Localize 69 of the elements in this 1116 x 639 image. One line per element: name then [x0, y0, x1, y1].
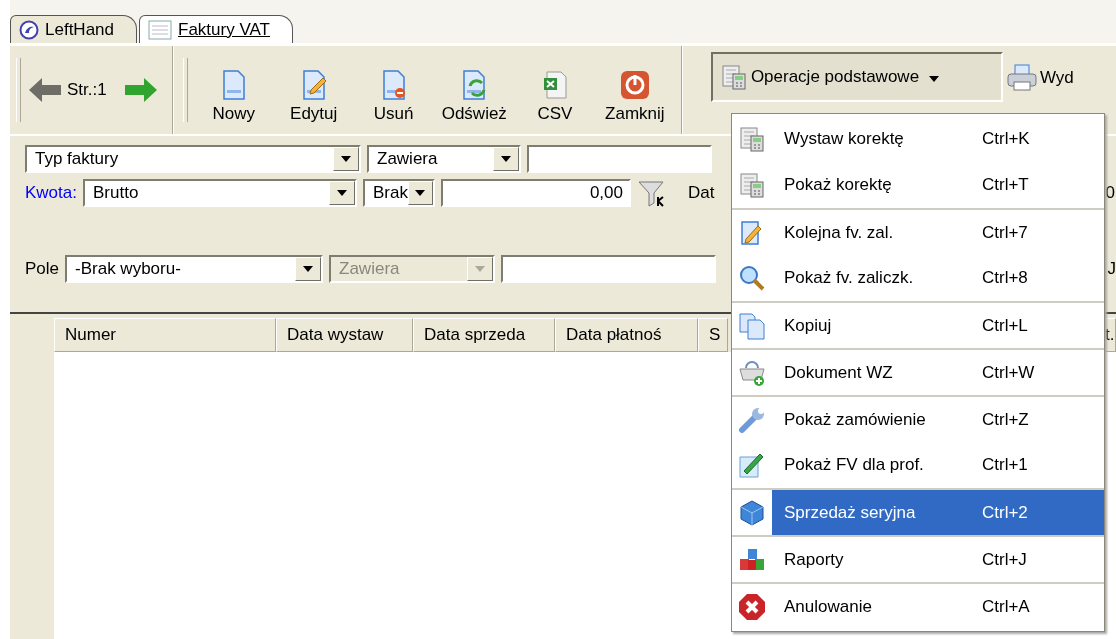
print-button[interactable]: Wyd: [1006, 64, 1074, 92]
calculator-icon: [739, 172, 765, 198]
dropdown-arrow-icon: [341, 156, 351, 162]
spreadsheet-icon: [541, 70, 568, 100]
tab[interactable]: LeftHand: [10, 15, 137, 43]
magnifier-icon: [738, 264, 766, 292]
list-icon: [148, 19, 172, 40]
right-arrow-icon[interactable]: [124, 77, 157, 103]
amount-label: Kwota:: [25, 183, 77, 203]
field-dropdown[interactable]: -Brak wyboru-: [65, 255, 324, 283]
menu-item[interactable]: Pokaż korektę Ctrl+T: [732, 162, 1104, 208]
swirl-icon: [19, 19, 39, 40]
column-header[interactable]: S: [698, 318, 728, 352]
tab[interactable]: Faktury VAT: [139, 15, 293, 43]
menu-item[interactable]: Pokaż zamówienie Ctrl+Z: [732, 395, 1104, 442]
date-value: 0: [1105, 183, 1115, 203]
menu-item[interactable]: Wystaw korektę Ctrl+K: [732, 116, 1104, 162]
calculator-icon: [739, 126, 765, 152]
cancel-icon: [738, 592, 766, 621]
amount-field[interactable]: 0,00: [441, 179, 631, 207]
dropdown-arrow-icon: [337, 190, 347, 196]
filter-icon[interactable]: [637, 179, 667, 207]
menu-item[interactable]: Pokaż fv. zaliczk. Ctrl+8: [732, 255, 1104, 301]
printer-icon: [1006, 64, 1037, 92]
operations-dropdown-button[interactable]: Operacje podstawowe: [710, 52, 1003, 102]
condition-dropdown[interactable]: Zawiera: [367, 145, 521, 173]
value-field[interactable]: [527, 145, 712, 173]
dropdown-arrow-icon: [475, 266, 486, 272]
page-label: Str.:1: [67, 80, 107, 100]
toolbar-button[interactable]: Nowy: [193, 46, 274, 134]
copy-icon: [738, 311, 766, 340]
delete-document-icon: [380, 70, 407, 100]
menu-item[interactable]: Dokument WZ Ctrl+W: [732, 348, 1104, 395]
field-dropdown[interactable]: Typ faktury: [25, 145, 361, 173]
new-document-icon: [220, 70, 247, 100]
column-header[interactable]: Data sprzeda: [413, 318, 555, 352]
field-label: Pole: [25, 259, 60, 279]
amount-condition-dropdown[interactable]: Brak: [363, 179, 435, 207]
menu-item[interactable]: Pokaż FV dla prof. Ctrl+1: [732, 442, 1104, 488]
menu-item[interactable]: Kopiuj Ctrl+L: [732, 301, 1104, 348]
power-icon: [619, 70, 650, 100]
dropdown-arrow-icon: [415, 190, 426, 196]
dropdown-arrow-icon: [501, 156, 511, 162]
amount-type-dropdown[interactable]: Brutto: [83, 179, 357, 207]
edge-label: J: [1107, 259, 1116, 279]
dropdown-arrow-icon: [929, 76, 940, 82]
column-header[interactable]: Data wystaw: [276, 318, 413, 352]
toolbar-button[interactable]: Edytuj: [273, 46, 354, 134]
menu-item[interactable]: Raporty Ctrl+J: [732, 535, 1104, 582]
basket-add-icon: [738, 358, 766, 387]
cube-icon: [738, 498, 766, 527]
column-header[interactable]: Data płatnoś: [555, 318, 698, 352]
edit-document-icon: [300, 70, 327, 100]
value-field[interactable]: [501, 255, 717, 283]
toolbar-button[interactable]: Usuń: [353, 46, 434, 134]
left-arrow-icon[interactable]: [29, 77, 61, 103]
menu-item[interactable]: Sprzedaż seryjna Ctrl+2: [732, 488, 1104, 535]
column-header[interactable]: Numer: [54, 318, 276, 352]
date-label: Dat: [688, 183, 715, 203]
toolbar-button[interactable]: Odśwież: [433, 46, 515, 134]
menu-item[interactable]: Anulowanie Ctrl+A: [732, 582, 1104, 629]
edit-check-icon: [738, 451, 766, 479]
calculator-icon: [720, 64, 747, 90]
toolbar-button[interactable]: CSV: [514, 46, 595, 134]
refresh-document-icon: [461, 70, 488, 100]
wrench-icon: [738, 405, 766, 434]
toolbar-button[interactable]: Zamknij: [594, 46, 675, 134]
menu-item[interactable]: Kolejna fv. zal. Ctrl+7: [732, 208, 1104, 255]
dropdown-arrow-icon: [303, 266, 314, 272]
